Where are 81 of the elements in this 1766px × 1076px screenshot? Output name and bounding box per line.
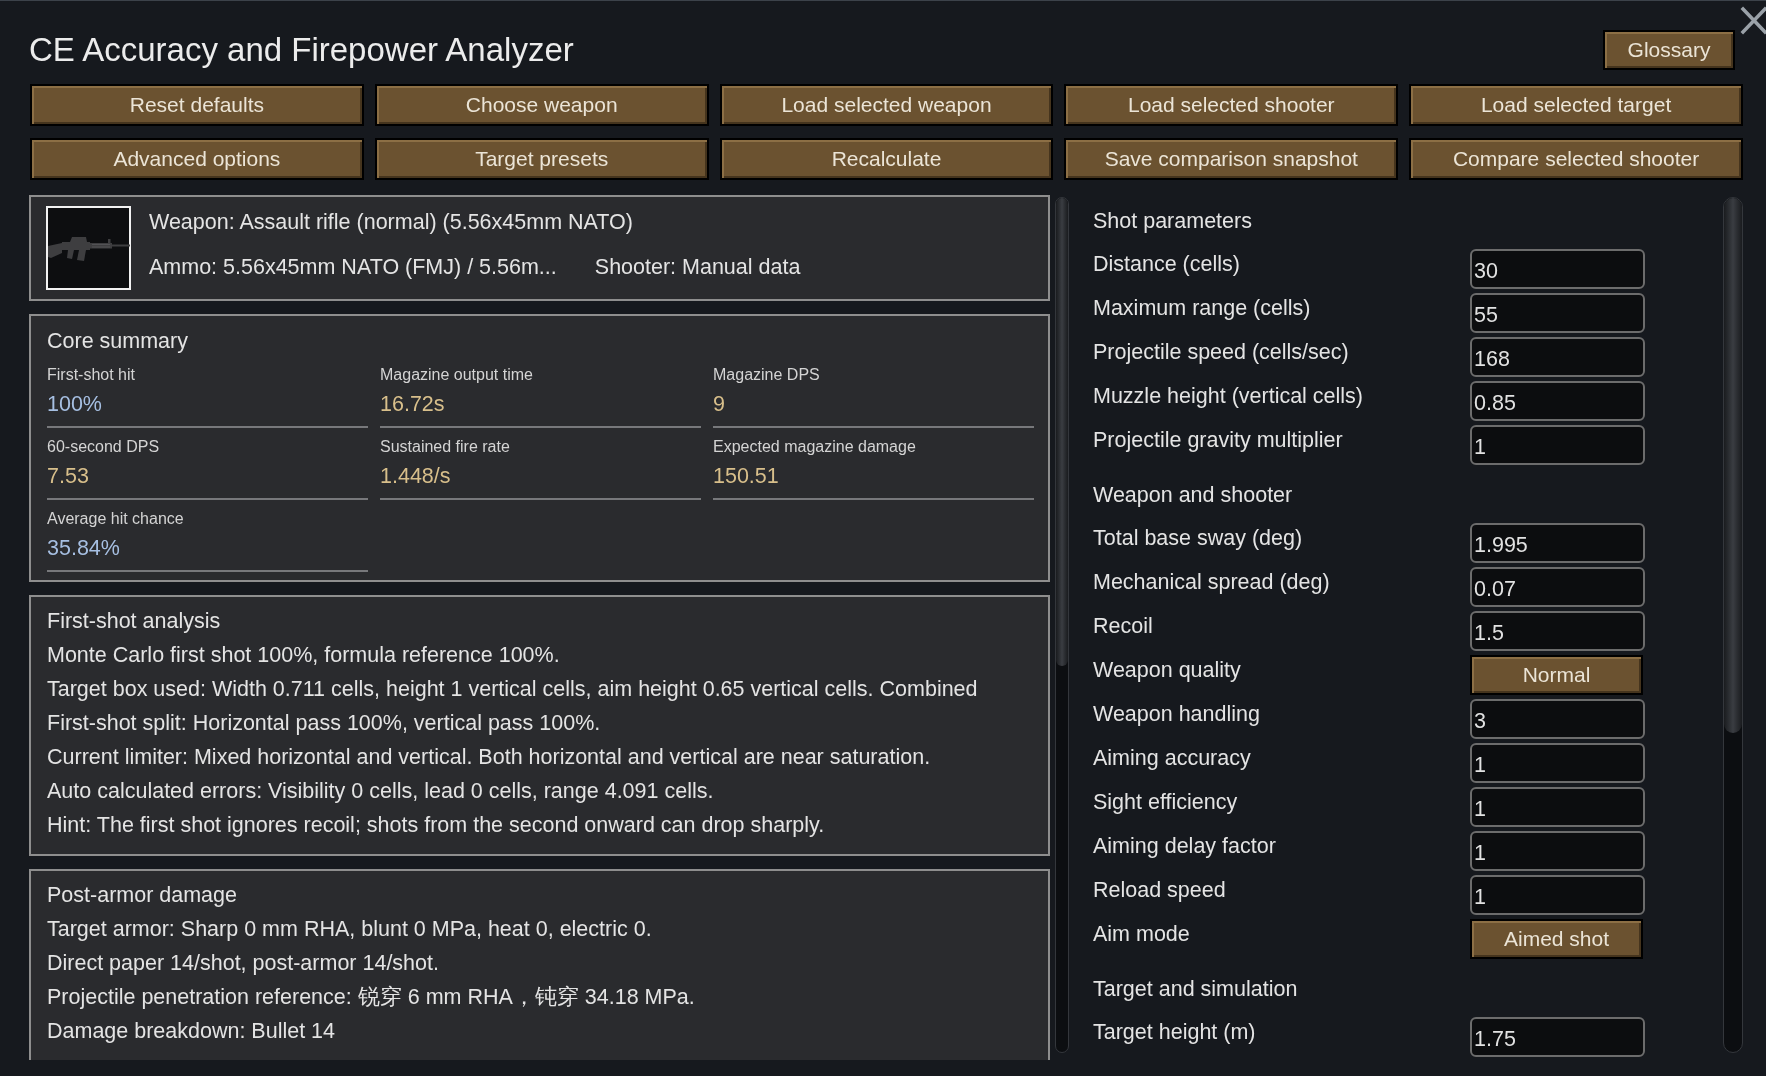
group-heading: Target and simulation bbox=[1093, 976, 1298, 1003]
scrollbar-thumb[interactable] bbox=[1724, 198, 1742, 733]
ammo-text: Ammo: 5.56x45mm NATO (FMJ) / 5.56m... bbox=[149, 254, 557, 281]
param-label: Aim mode bbox=[1093, 921, 1190, 948]
section-line: Current limiter: Mixed horizontal and vertical. Both horizontal and vertical are near saturation. bbox=[47, 744, 931, 771]
number-input[interactable]: 168 bbox=[1470, 337, 1645, 377]
metric-label: First-shot hit bbox=[47, 365, 135, 385]
section-line: Target armor: Sharp 0 mm RHA, blunt 0 MPa, heat 0, electric 0. bbox=[47, 916, 652, 943]
param-label: Distance (cells) bbox=[1093, 251, 1240, 278]
toolbar-button[interactable]: Compare selected shooter bbox=[1409, 138, 1743, 180]
metric-value: 9 bbox=[713, 391, 725, 417]
section-line: Monte Carlo first shot 100%, formula reference 100%. bbox=[47, 642, 560, 669]
param-label: Weapon handling bbox=[1093, 701, 1260, 728]
weapon-text: Weapon: Assault rifle (normal) (5.56x45mm NATO) bbox=[149, 209, 633, 236]
metric-value: 7.53 bbox=[47, 463, 89, 489]
select-button[interactable]: Aimed shot bbox=[1470, 919, 1643, 959]
metric-value: 16.72s bbox=[380, 391, 445, 417]
section-line: Target box used: Width 0.711 cells, height 1 vertical cells, aim height 0.65 vertical cells. Combined bbox=[47, 676, 978, 703]
param-label: Aiming delay factor bbox=[1093, 833, 1276, 860]
section-line: Hint: The first shot ignores recoil; shots from the second onward can drop sharply. bbox=[47, 812, 825, 839]
metric-label: 60-second DPS bbox=[47, 437, 160, 457]
number-input[interactable]: 1 bbox=[1470, 787, 1645, 827]
param-label: Weapon quality bbox=[1093, 657, 1241, 684]
param-label: Sight efficiency bbox=[1093, 789, 1238, 816]
param-label: Aiming accuracy bbox=[1093, 745, 1251, 772]
close-icon[interactable] bbox=[1740, 6, 1766, 35]
toolbar-button[interactable]: Choose weapon bbox=[374, 84, 709, 126]
number-input[interactable]: 30 bbox=[1470, 249, 1645, 289]
param-label: Muzzle height (vertical cells) bbox=[1093, 383, 1364, 410]
section-line: Auto calculated errors: Visibility 0 cells, lead 0 cells, range 4.091 cells. bbox=[47, 778, 714, 805]
toolbar-button[interactable]: Target presets bbox=[374, 138, 709, 180]
metric-label: Expected magazine damage bbox=[713, 437, 916, 457]
number-input[interactable]: 0.07 bbox=[1470, 567, 1645, 607]
section-line: Projectile penetration reference: 锐穿 6 mm RHA，钝穿 34.18 MPa. bbox=[47, 984, 695, 1011]
shooter-text: Shooter: Manual data bbox=[594, 254, 801, 281]
metric-value: 1.448/s bbox=[380, 463, 451, 489]
toolbar-button[interactable]: Load selected weapon bbox=[719, 84, 1054, 126]
number-input[interactable]: 55 bbox=[1470, 293, 1645, 333]
toolbar-button[interactable]: Recalculate bbox=[719, 138, 1054, 180]
metric-label: Magazine output time bbox=[380, 365, 533, 385]
section-line: First-shot split: Horizontal pass 100%, vertical pass 100%. bbox=[47, 710, 601, 737]
param-label: Mechanical spread (deg) bbox=[1093, 569, 1330, 596]
section-title: Core summary bbox=[47, 329, 188, 353]
toolbar-button[interactable]: Advanced options bbox=[30, 138, 364, 180]
metric-label: Magazine DPS bbox=[713, 365, 820, 385]
number-input[interactable]: 1.995 bbox=[1470, 523, 1645, 563]
toolbar-button[interactable]: Load selected target bbox=[1409, 84, 1743, 126]
param-label: Total base sway (deg) bbox=[1093, 525, 1303, 552]
rifle-icon bbox=[46, 206, 131, 290]
select-button[interactable]: Normal bbox=[1470, 655, 1643, 695]
param-label: Reload speed bbox=[1093, 877, 1226, 904]
param-label: Projectile speed (cells/sec) bbox=[1093, 339, 1349, 366]
metric-label: Average hit chance bbox=[47, 509, 184, 529]
number-input[interactable]: 1.5 bbox=[1470, 611, 1645, 651]
param-label: Target height (m) bbox=[1093, 1019, 1256, 1046]
group-heading: Shot parameters bbox=[1093, 208, 1252, 235]
scrollbar-thumb[interactable] bbox=[1056, 198, 1068, 666]
param-label: Recoil bbox=[1093, 613, 1153, 640]
number-input[interactable]: 0.85 bbox=[1470, 381, 1645, 421]
number-input[interactable]: 1 bbox=[1470, 743, 1645, 783]
toolbar-button[interactable]: Save comparison snapshot bbox=[1064, 138, 1399, 180]
section-title: Post-armor damage bbox=[47, 882, 237, 909]
group-heading: Weapon and shooter bbox=[1093, 482, 1293, 509]
param-label: Maximum range (cells) bbox=[1093, 295, 1311, 322]
number-input[interactable]: 3 bbox=[1470, 699, 1645, 739]
toolbar-button[interactable]: Load selected shooter bbox=[1064, 84, 1399, 126]
window-title: CE Accuracy and Firepower Analyzer bbox=[29, 30, 574, 70]
number-input[interactable]: 1 bbox=[1470, 831, 1645, 871]
section-line: Damage breakdown: Bullet 14 bbox=[47, 1018, 336, 1045]
metric-value: 100% bbox=[47, 391, 102, 417]
number-input[interactable]: 1 bbox=[1470, 425, 1645, 465]
glossary-button[interactable]: Glossary bbox=[1603, 30, 1735, 70]
toolbar-button[interactable]: Reset defaults bbox=[30, 84, 364, 126]
metric-label: Sustained fire rate bbox=[380, 437, 510, 457]
section-line: Direct paper 14/shot, post-armor 14/shot. bbox=[47, 950, 439, 977]
number-input[interactable]: 1.75 bbox=[1470, 1017, 1645, 1057]
section-title: First-shot analysis bbox=[47, 608, 221, 635]
metric-value: 150.51 bbox=[713, 463, 779, 489]
number-input[interactable]: 1 bbox=[1470, 875, 1645, 915]
metric-value: 35.84% bbox=[47, 535, 120, 561]
param-label: Projectile gravity multiplier bbox=[1093, 427, 1343, 454]
